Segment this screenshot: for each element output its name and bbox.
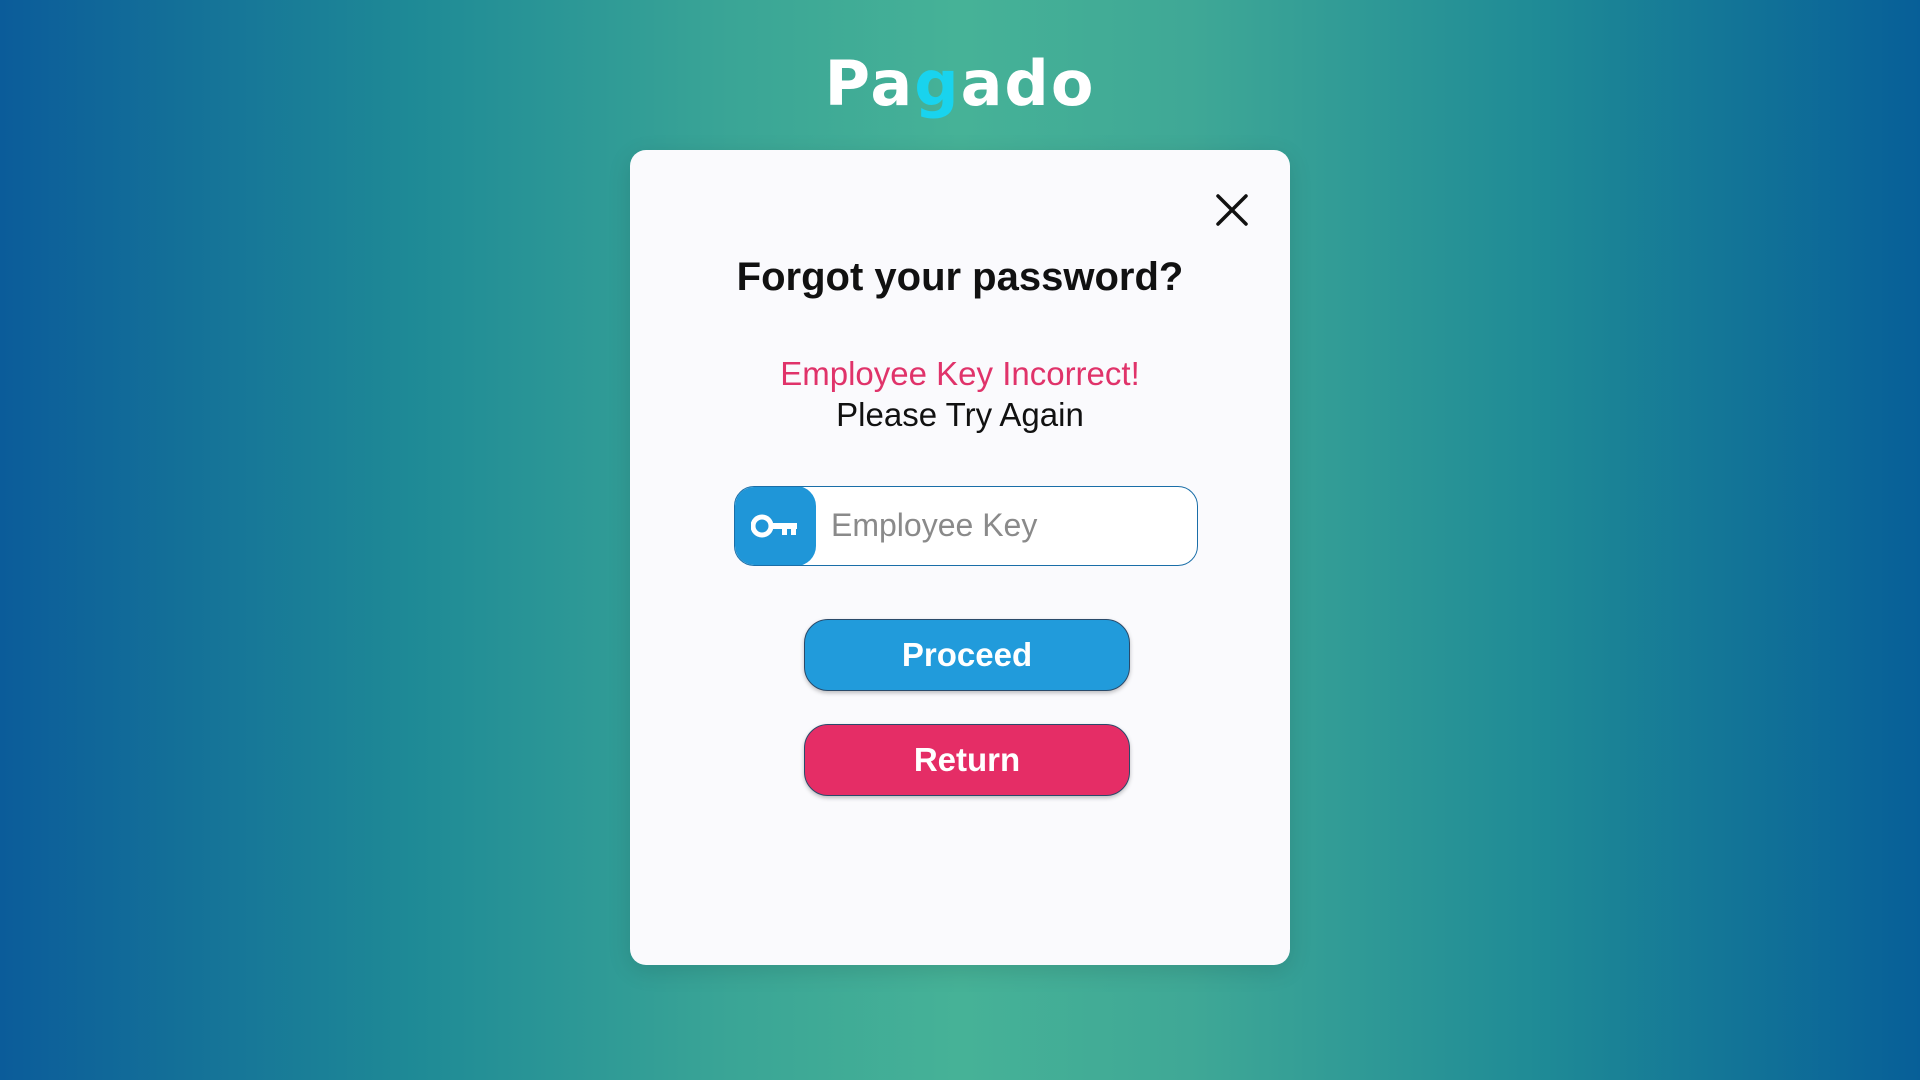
close-button[interactable] (1212, 190, 1252, 230)
retry-message: Please Try Again (836, 396, 1084, 433)
logo-accent-letter: g (914, 47, 961, 120)
logo-suffix: ado (960, 47, 1096, 120)
proceed-button[interactable]: Proceed (804, 619, 1130, 691)
close-icon (1216, 194, 1248, 226)
logo-prefix: Pa (824, 47, 915, 120)
return-button[interactable]: Return (804, 724, 1130, 796)
employee-key-field (734, 486, 1198, 566)
dialog-title: Forgot your password? (736, 255, 1184, 299)
key-icon-badge (735, 487, 816, 565)
pagado-logo: Pagado (0, 44, 1920, 124)
employee-key-input[interactable] (831, 487, 1181, 564)
forgot-password-dialog: Forgot your password? Employee Key Incor… (630, 150, 1290, 965)
key-icon (751, 514, 797, 538)
error-message: Employee Key Incorrect! (780, 355, 1140, 392)
